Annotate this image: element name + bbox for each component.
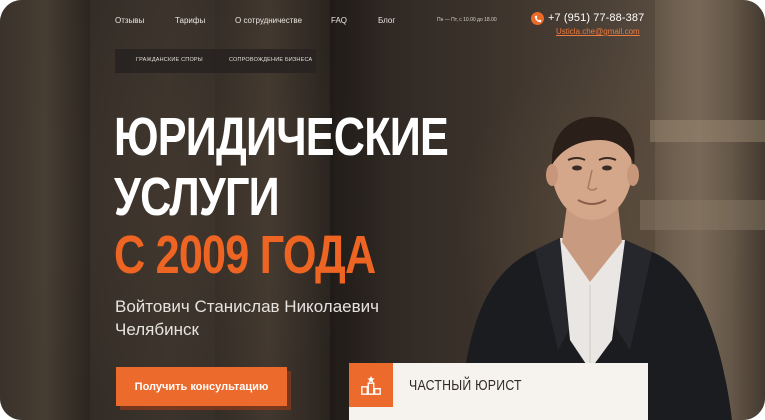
hero-title-line-1: ЮРИДИЧЕСКИЕ (114, 107, 449, 167)
working-hours: Пн — Пт, с 10.00 до 18.00 (437, 17, 497, 23)
nav-item-tariffs[interactable]: Тарифы (175, 16, 205, 25)
background-shadow (330, 0, 390, 420)
tab-business-support[interactable]: СОПРОВОЖДЕНИЕ БИЗНЕСА (229, 57, 312, 63)
nav-item-reviews[interactable]: Отзывы (115, 16, 144, 25)
lawyer-name: Войтович Станислав Николаевич (115, 297, 379, 316)
podium-icon (349, 363, 393, 407)
nav-item-faq[interactable]: FAQ (331, 16, 347, 25)
get-consultation-button[interactable]: Получить консультацию (116, 367, 287, 406)
badge-label: ЧАСТНЫЙ ЮРИСТ (409, 377, 522, 394)
nav-item-blog[interactable]: Блог (378, 16, 395, 25)
hero-title-line-3: С 2009 ГОДА (114, 225, 376, 285)
background-column (0, 0, 90, 420)
phone-icon (531, 12, 544, 25)
tab-civil-disputes[interactable]: ГРАЖДАНСКИЕ СПОРЫ (136, 57, 203, 63)
practice-tabs: ГРАЖДАНСКИЕ СПОРЫ СОПРОВОЖДЕНИЕ БИЗНЕСА (115, 49, 316, 73)
hero-section: Отзывы Тарифы О сотрудничестве FAQ Блог … (0, 0, 765, 420)
private-lawyer-badge: ЧАСТНЫЙ ЮРИСТ (349, 363, 648, 420)
hero-title-line-2: УСЛУГИ (114, 167, 280, 227)
lawyer-city: Челябинск (115, 320, 199, 339)
email-link[interactable]: Usticla.che@gmail.com (556, 27, 640, 36)
phone-link[interactable]: +7 (951) 77-88-387 (548, 12, 644, 24)
nav-item-cooperation[interactable]: О сотрудничестве (235, 16, 302, 25)
